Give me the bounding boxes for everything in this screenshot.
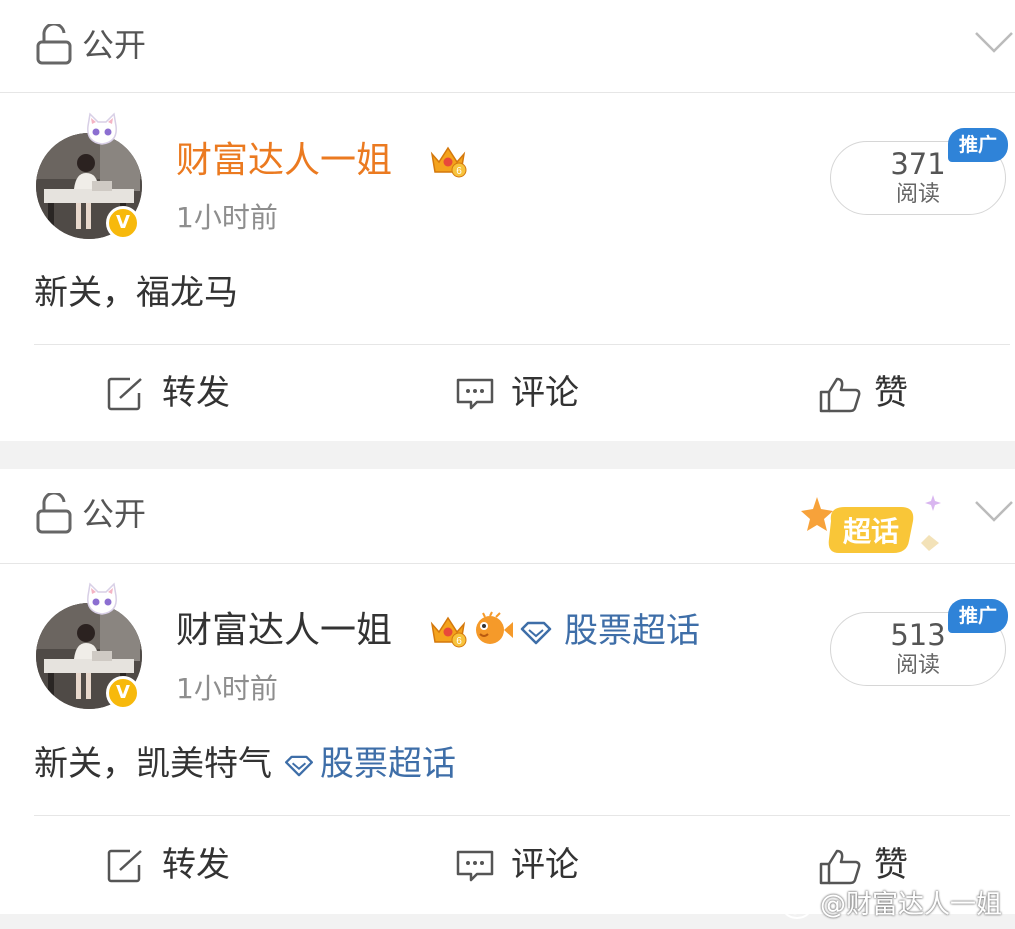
topic-tag-label: 股票超话	[564, 611, 700, 651]
cat-decoration-icon	[87, 582, 117, 615]
comment-label: 评论	[511, 373, 579, 413]
super-topic-badge-label: 超话	[843, 515, 899, 548]
svg-text:6: 6	[456, 636, 462, 647]
lock-icon	[36, 24, 72, 65]
diamond-icon	[520, 621, 552, 644]
chevron-down-icon[interactable]	[974, 499, 1014, 523]
repost-icon	[107, 377, 142, 411]
repost-label: 转发	[162, 845, 230, 885]
read-count-label: 阅读	[895, 182, 940, 207]
post-content-text: 新关，凯美特气	[34, 744, 272, 784]
comment-icon	[456, 850, 494, 882]
verified-v-icon: V	[106, 676, 140, 710]
like-label: 赞	[874, 373, 908, 413]
like-icon	[819, 849, 861, 885]
watermark: @财富达人一姐	[782, 886, 1002, 924]
weibo-logo-icon	[783, 894, 814, 919]
comment-icon	[456, 378, 494, 410]
content-topic-label: 股票超话	[320, 744, 456, 784]
like-button[interactable]: 赞	[818, 368, 928, 418]
repost-icon	[107, 849, 142, 883]
repost-button[interactable]: 转发	[106, 368, 256, 418]
watermark-text: @财富达人一姐	[820, 890, 1003, 920]
author-name[interactable]: 财富达人一姐	[176, 138, 392, 184]
super-topic-badge-icon[interactable]: 超话	[795, 491, 955, 567]
divider	[34, 815, 1010, 816]
repost-button[interactable]: 转发	[106, 840, 256, 890]
chevron-down-icon[interactable]	[974, 30, 1014, 54]
content-topic-link[interactable]: 股票超话	[272, 744, 456, 784]
svg-text:6: 6	[456, 166, 462, 177]
post-time: 1小时前	[176, 672, 278, 705]
diamond-icon	[285, 755, 313, 776]
promo-badge: 推广	[948, 599, 1008, 633]
post-content: 新关，凯美特气 股票超话	[34, 741, 456, 787]
crown-badge-icon[interactable]: 6	[428, 140, 468, 180]
like-button[interactable]: 赞	[818, 840, 928, 890]
lock-icon	[36, 493, 72, 534]
post-time: 1小时前	[176, 201, 278, 234]
read-count-label: 阅读	[895, 653, 940, 678]
post-card: 公开 V 财富达人一姐 6 1小时前 371 阅读 推广 新关，福龙马 转发 评…	[0, 0, 1015, 441]
repost-label: 转发	[162, 373, 230, 413]
topic-tag-link[interactable]: 股票超话	[520, 608, 700, 654]
visibility-label: 公开	[82, 26, 147, 64]
crown-badge-icon[interactable]: 6	[428, 610, 468, 650]
pufferfish-badge-icon[interactable]	[472, 610, 514, 648]
comment-button[interactable]: 评论	[455, 368, 605, 418]
visibility-bar[interactable]: 公开	[0, 0, 1015, 93]
cat-decoration-icon	[87, 112, 117, 145]
author-name[interactable]: 财富达人一姐	[176, 608, 392, 654]
divider	[34, 344, 1010, 345]
visibility-bar[interactable]: 公开 超话	[0, 469, 1015, 564]
comment-label: 评论	[511, 845, 579, 885]
visibility-label: 公开	[82, 495, 147, 533]
comment-button[interactable]: 评论	[455, 840, 605, 890]
post-card: 公开 超话 V 财富达人一姐 6 股票超话 1小时前 513 阅读 推广 新关，…	[0, 469, 1015, 914]
like-label: 赞	[874, 845, 908, 885]
promo-badge: 推广	[948, 128, 1008, 162]
like-icon	[819, 377, 861, 413]
verified-v-icon: V	[106, 206, 140, 240]
post-content: 新关，福龙马	[34, 273, 238, 313]
